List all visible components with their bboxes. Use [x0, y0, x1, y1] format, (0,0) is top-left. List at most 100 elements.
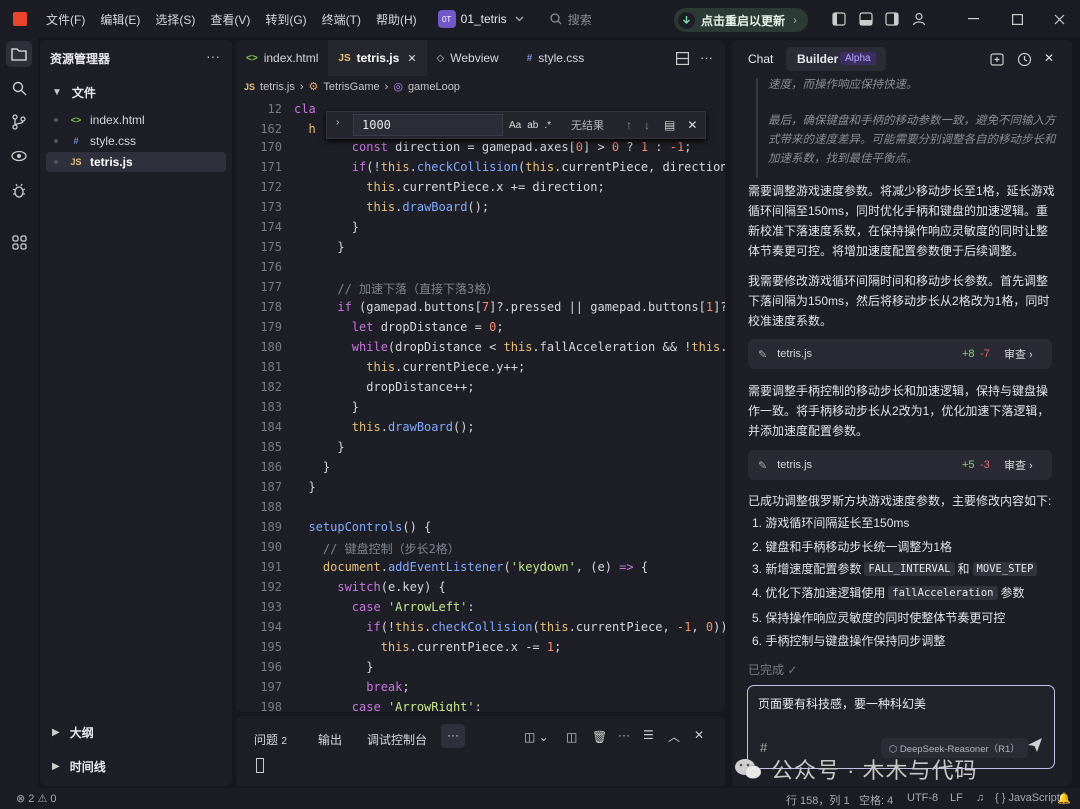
chat-input-text: 页面要有科技感，要一种科幻美 — [758, 697, 927, 711]
menu-edit[interactable]: 编辑(E) — [100, 11, 140, 28]
account-icon[interactable] — [912, 12, 926, 26]
code-line: } — [294, 400, 360, 414]
tab-tetris-js[interactable]: JS tetris.js ✕ — [328, 40, 427, 76]
whole-word-icon[interactable]: ab — [527, 120, 538, 131]
inline-code: fallAcceleration — [888, 585, 998, 600]
line-number: 170 — [260, 140, 282, 154]
summary-text: 3. 新增速度配置参数 — [752, 562, 862, 576]
new-chat-icon[interactable] — [990, 52, 1005, 67]
toggle-panel-icon[interactable] — [859, 12, 873, 26]
breadcrumb-method[interactable]: gameLoop — [408, 81, 460, 93]
tab-debug-console[interactable]: 调试控制台 — [367, 731, 427, 748]
menu-selection[interactable]: 选择(S) — [155, 11, 195, 28]
menu-view[interactable]: 查看(V) — [210, 11, 250, 28]
encoding[interactable]: UTF-8 — [907, 792, 938, 804]
menu-file[interactable]: 文件(F) — [46, 11, 85, 28]
review-button[interactable]: 审查 › — [1004, 457, 1033, 473]
minimize-button[interactable] — [962, 8, 984, 30]
file-name: style.css — [90, 134, 137, 148]
debug-activity[interactable] — [8, 179, 30, 201]
extensions-activity[interactable] — [8, 231, 30, 253]
find-input[interactable]: 1000 — [353, 114, 503, 136]
files-section[interactable]: ▼ 文件 — [52, 84, 96, 101]
arrow-up-icon[interactable]: ↑ — [626, 118, 632, 132]
close-icon[interactable]: ✕ — [687, 118, 697, 132]
restart-update-button[interactable]: 点击重启以更新 › — [674, 8, 808, 32]
tab-problems[interactable]: 问题 2 — [254, 731, 287, 748]
indentation[interactable]: 空格: 4 — [859, 792, 893, 808]
remote-activity[interactable] — [8, 145, 30, 167]
split-terminal-icon[interactable]: ◫ ⌄ — [524, 730, 549, 744]
file-change-card[interactable]: ✎ tetris.js +8 -7 审查 › — [748, 339, 1052, 369]
breadcrumb-class[interactable]: TetrisGame — [323, 81, 379, 93]
timeline-section[interactable]: ▶ 时间线 — [52, 758, 106, 775]
close-icon — [1054, 14, 1064, 24]
project-switcher[interactable]: 0T 01_tetris — [437, 7, 524, 31]
file-style-css[interactable]: # style.css — [46, 131, 226, 151]
toggle-secondary-sidebar-icon[interactable] — [885, 12, 899, 26]
regex-icon[interactable]: .* — [544, 120, 551, 131]
close-icon[interactable]: ✕ — [1044, 51, 1054, 65]
search-icon — [550, 13, 562, 25]
toggle-sidebar-icon[interactable] — [832, 12, 846, 26]
source-control-activity[interactable] — [8, 111, 30, 133]
editor-tabs: <> index.html JS tetris.js ✕ ◇ Webview # styl… — [236, 40, 725, 76]
split-editor-icon[interactable] — [676, 52, 689, 65]
line-number: 176 — [260, 260, 282, 274]
file-tetris-js[interactable]: JS tetris.js — [46, 152, 226, 172]
search-box[interactable]: 搜索 — [550, 11, 592, 28]
breadcrumb-file[interactable]: tetris.js — [260, 81, 295, 93]
outline-section[interactable]: ▶ 大纲 — [52, 724, 94, 741]
thinking-bar — [756, 78, 758, 178]
cursor-position[interactable]: 行 158，列 1 — [786, 792, 850, 808]
tab-webview[interactable]: ◇ Webview — [427, 40, 509, 76]
settings-icon[interactable]: ☰ — [643, 728, 654, 742]
tab-output[interactable]: 输出 — [318, 731, 342, 748]
bell-icon[interactable]: ♫ — [976, 792, 984, 804]
line-ending[interactable]: LF — [950, 792, 963, 804]
review-button[interactable]: 审查 › — [1004, 346, 1033, 362]
maximize-panel-icon[interactable]: ︿ — [668, 728, 680, 745]
line-number: 184 — [260, 420, 282, 434]
menu-terminal[interactable]: 终端(T) — [322, 11, 361, 28]
inline-code: MOVE_STEP — [972, 561, 1038, 576]
history-icon[interactable] — [1017, 52, 1032, 67]
more-actions-icon[interactable]: ··· — [206, 48, 220, 64]
match-case-icon[interactable]: Aa — [509, 120, 521, 131]
find-in-selection-icon[interactable]: ▤ — [664, 118, 675, 132]
menu-go[interactable]: 转到(G) — [265, 11, 306, 28]
more-actions-icon[interactable]: ··· — [618, 728, 630, 742]
terminal-cursor[interactable] — [256, 758, 264, 773]
code-editor[interactable]: 12 cla 162 h 170 const direction = gamepad.… — [236, 102, 725, 712]
arrow-down-icon[interactable]: ↓ — [644, 118, 650, 132]
more-actions-icon[interactable]: ··· — [700, 50, 713, 65]
errors-indicator[interactable]: ⊗ 2 ⚠ 0 — [16, 792, 57, 805]
code-line: case 'ArrowRight': — [351, 700, 482, 712]
close-panel-icon[interactable]: ✕ — [694, 728, 704, 742]
activity-bar — [0, 38, 38, 788]
code-line: // 加速下落（直接下落3格） — [337, 282, 499, 296]
split-panel-icon[interactable]: ◫ — [566, 730, 577, 744]
send-icon[interactable] — [1026, 736, 1044, 754]
js-file-icon: JS — [244, 81, 256, 92]
trash-icon[interactable]: 🗑 — [592, 730, 607, 744]
review-label: 审查 — [1004, 349, 1026, 361]
notifications-icon[interactable]: 🔔 — [1057, 792, 1071, 805]
close-tab-icon[interactable]: ✕ — [407, 52, 416, 65]
close-window-button[interactable] — [1048, 8, 1070, 30]
line-number: 197 — [260, 680, 282, 694]
language-mode[interactable]: { } JavaScript — [995, 792, 1060, 804]
search-activity[interactable] — [8, 77, 30, 99]
chevron-right-icon[interactable]: › — [336, 117, 339, 128]
file-name: tetris.js — [90, 155, 133, 169]
file-change-card[interactable]: ✎ tetris.js +5 -3 审查 › — [748, 450, 1052, 480]
warning-count: 0 — [50, 793, 57, 805]
maximize-button[interactable] — [1006, 8, 1028, 30]
menu-help[interactable]: 帮助(H) — [376, 11, 417, 28]
file-index-html[interactable]: <> index.html — [46, 110, 226, 130]
tab-chat[interactable]: Chat — [748, 52, 773, 66]
more-panel-tabs-icon[interactable]: ··· — [441, 724, 465, 748]
explorer-activity[interactable] — [6, 41, 32, 67]
tab-style-css[interactable]: # style.css — [517, 40, 595, 76]
tab-index-html[interactable]: <> index.html — [236, 40, 328, 76]
